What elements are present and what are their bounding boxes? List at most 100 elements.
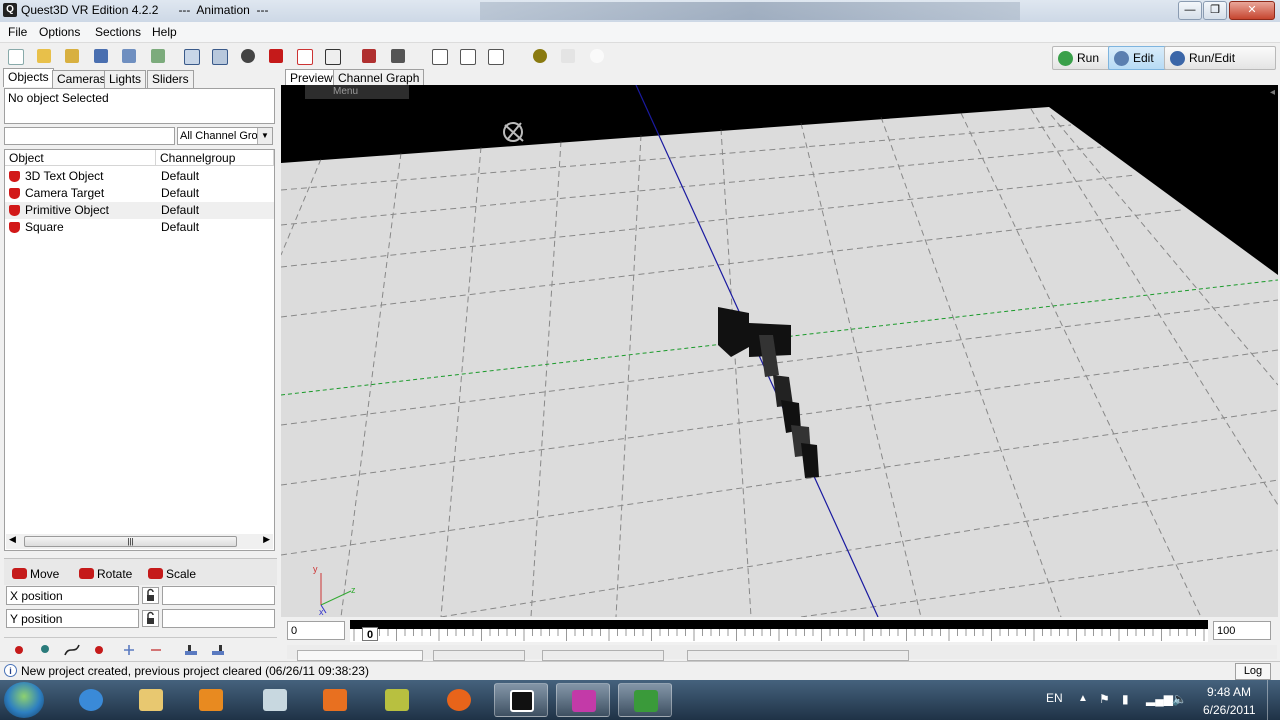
office-app-icon[interactable] [308,683,362,717]
screen-capture-icon[interactable] [248,683,302,717]
menu-sections[interactable]: Sections [91,24,145,40]
curve-icon[interactable] [63,641,81,659]
tab-sliders[interactable]: Sliders [147,70,194,88]
speed-field[interactable] [542,650,664,661]
save-icon[interactable] [92,47,110,65]
rotate-button[interactable]: Rotate [77,562,132,581]
clock-time[interactable]: 9:48 AM [1207,685,1251,699]
run-edit-icon [1170,50,1185,66]
open-recent-icon[interactable] [63,47,81,65]
timeline-thumb[interactable]: 0 [362,627,378,641]
scale-button[interactable]: Scale [146,562,196,581]
3d-viewport[interactable]: y z x Menu ◂ [281,85,1278,617]
camtasia-icon[interactable] [618,683,672,717]
timeline-end-field[interactable]: 100 [1213,621,1271,640]
list-view-icon[interactable] [323,47,341,65]
column-header-object[interactable]: Object [5,150,156,166]
align-icon[interactable] [182,641,200,659]
zoom-y-icon[interactable] [486,47,504,65]
key-teal-icon[interactable] [36,641,54,659]
scroll-right-icon[interactable]: ▶ [263,534,270,545]
flash-app-icon[interactable] [370,683,424,717]
y-position-value[interactable] [162,609,275,628]
save-as-icon[interactable] [120,47,138,65]
menu-file[interactable]: File [4,24,31,40]
red-object-icon[interactable] [267,47,285,65]
media-player-icon[interactable] [184,683,238,717]
network-icon[interactable] [295,47,313,65]
rotate-icon [79,568,94,579]
lock-icon[interactable] [142,610,159,627]
key-delete-icon[interactable] [91,641,109,659]
menu-help[interactable]: Help [148,24,181,40]
list-item[interactable]: Primitive Object Default [5,202,274,219]
timeline-track[interactable]: 0 [350,620,1208,642]
column-header-channelgroup[interactable]: Channelgroup [156,150,274,166]
open-folder-icon[interactable] [35,47,53,65]
firefox-icon[interactable] [432,683,486,717]
clock-date[interactable]: 6/26/2011 [1203,703,1256,717]
maximize-button[interactable]: ❐ [1203,1,1227,20]
list-item[interactable]: 3D Text Object Default [5,168,274,185]
file-explorer-icon[interactable] [124,683,178,717]
network-signal-icon[interactable]: ▂▄▆ [1146,692,1173,706]
channel-group-select[interactable]: All Channel Grou ▼ [177,127,273,145]
list-item[interactable]: Square Default [5,219,274,236]
music-app-icon[interactable] [556,683,610,717]
add-icon[interactable] [120,641,138,659]
remove-icon[interactable] [147,641,165,659]
zoom-xy-icon[interactable] [458,47,476,65]
show-hidden-icons[interactable]: ▲ [1078,693,1088,704]
action-center-icon[interactable]: ⚑ [1099,692,1110,706]
tab-channel-graph[interactable]: Channel Graph [333,69,425,86]
horizontal-scrollbar[interactable]: ◀ ||| ▶ [6,534,273,549]
lightbulb-icon[interactable] [531,47,549,65]
lock-icon[interactable] [142,587,159,604]
playback-field[interactable] [297,650,423,661]
collapse-icon[interactable]: ◂ [1270,87,1275,98]
new-file-icon[interactable] [6,47,24,65]
list-item[interactable]: Camera Target Default [5,185,274,202]
scrollbar-thumb[interactable]: ||| [24,536,237,547]
edit-icon [1114,50,1129,66]
tab-cameras[interactable]: Cameras [52,70,111,88]
scroll-left-icon[interactable]: ◀ [9,534,16,545]
quest3d-taskbar-icon[interactable] [494,683,548,717]
run-button[interactable]: Run [1052,46,1114,70]
save-all-icon[interactable] [149,47,167,65]
timeline-start-field[interactable]: 0 [287,621,345,640]
move-button[interactable]: Move [10,562,59,581]
key-red-icon[interactable] [10,641,28,659]
show-desktop-button[interactable] [1267,680,1280,720]
x-position-value[interactable] [162,586,275,605]
tab-lights[interactable]: Lights [104,70,147,88]
volume-icon[interactable]: 🔈 [1172,692,1187,706]
object-filter-input[interactable] [4,127,175,145]
start-button[interactable] [4,682,44,718]
distribute-icon[interactable] [209,641,227,659]
power-icon[interactable]: ▮ [1122,692,1129,706]
edit-button[interactable]: Edit [1108,46,1172,70]
run-edit-button[interactable]: Run/Edit [1164,46,1276,70]
object-tool-icon[interactable] [239,47,257,65]
internet-explorer-icon[interactable] [64,683,118,717]
minimize-button[interactable]: — [1178,1,1202,20]
tab-objects[interactable]: Objects [3,68,54,87]
zoom-x-icon[interactable] [430,47,448,65]
close-button[interactable]: ✕ [1229,1,1275,20]
object-icon [9,171,20,182]
menu-options[interactable]: Options [35,24,84,40]
tab-preview[interactable]: Preview [285,69,338,86]
run-icon [1058,50,1073,66]
paint-tool-icon[interactable] [360,47,378,65]
key-buttons[interactable] [687,650,909,661]
view-layout-icon[interactable] [210,47,228,65]
language-indicator[interactable]: EN [1046,691,1063,705]
window-view-icon[interactable] [182,47,200,65]
chevron-down-icon[interactable]: ▼ [257,128,272,144]
y-position-row: Y position [6,609,275,629]
viewport-menu-button[interactable]: Menu [305,85,409,99]
build-tool-icon[interactable] [389,47,407,65]
playback-buttons[interactable] [433,650,525,661]
log-button[interactable]: Log [1235,663,1271,680]
